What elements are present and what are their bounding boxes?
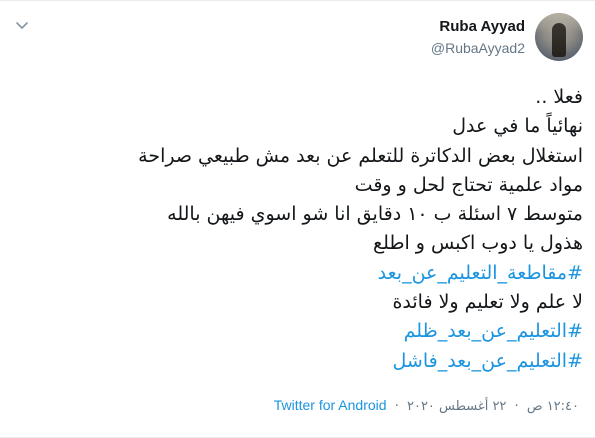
tweet-text-line: لا علم ولا تعليم ولا فائدة: [392, 291, 583, 314]
tweet-text-line: نهائياً ما في عدل: [452, 115, 583, 138]
tweet-text: فعلا .. نهائياً ما في عدل استغلال بعض الدك…: [23, 83, 583, 376]
tweet-source-link[interactable]: Twitter for Android: [274, 397, 387, 413]
tweet-text-line: فعلا ..: [535, 86, 583, 108]
avatar[interactable]: [535, 13, 583, 61]
hashtag-link[interactable]: #التعليم_عن_بعد_فاشل: [23, 347, 583, 376]
meta-separator: ·: [394, 399, 399, 414]
hashtag-link[interactable]: #مقاطعة_التعليم_عن_بعد: [23, 259, 583, 288]
avatar-figure: [552, 23, 566, 57]
hashtag-link[interactable]: #التعليم_عن_بعد_ظلم: [23, 317, 583, 346]
author-block[interactable]: Ruba Ayyad @RubaAyyad2: [431, 18, 525, 58]
tweet-time[interactable]: ١٢:٤٠ ص: [527, 399, 579, 414]
tweet-text-line: مواد علمية تحتاج لحل و وقت: [354, 173, 583, 196]
chevron-down-icon[interactable]: [14, 17, 30, 33]
tweet-text-line: متوسط ٧ اسئلة ب ١٠ دقايق انا شو اسوي فيه…: [167, 203, 583, 226]
author-name[interactable]: Ruba Ayyad: [431, 18, 525, 36]
tweet-text-line: هذول يا دوب اكبس و اطلع: [372, 232, 583, 255]
author-handle[interactable]: @RubaAyyad2: [431, 38, 525, 58]
tweet-card: Ruba Ayyad @RubaAyyad2 فعلا .. نهائياً ما…: [0, 0, 595, 438]
tweet-text-line: استغلال بعض الدكاترة للتعلم عن بعد مش طب…: [138, 144, 583, 167]
tweet-date[interactable]: ٢٢ أغسطس ٢٠٢٠: [407, 399, 506, 414]
meta-separator: ·: [514, 399, 519, 414]
tweet-meta: ١٢:٤٠ ص · ٢٢ أغسطس ٢٠٢٠ · Twitter for An…: [274, 396, 579, 416]
